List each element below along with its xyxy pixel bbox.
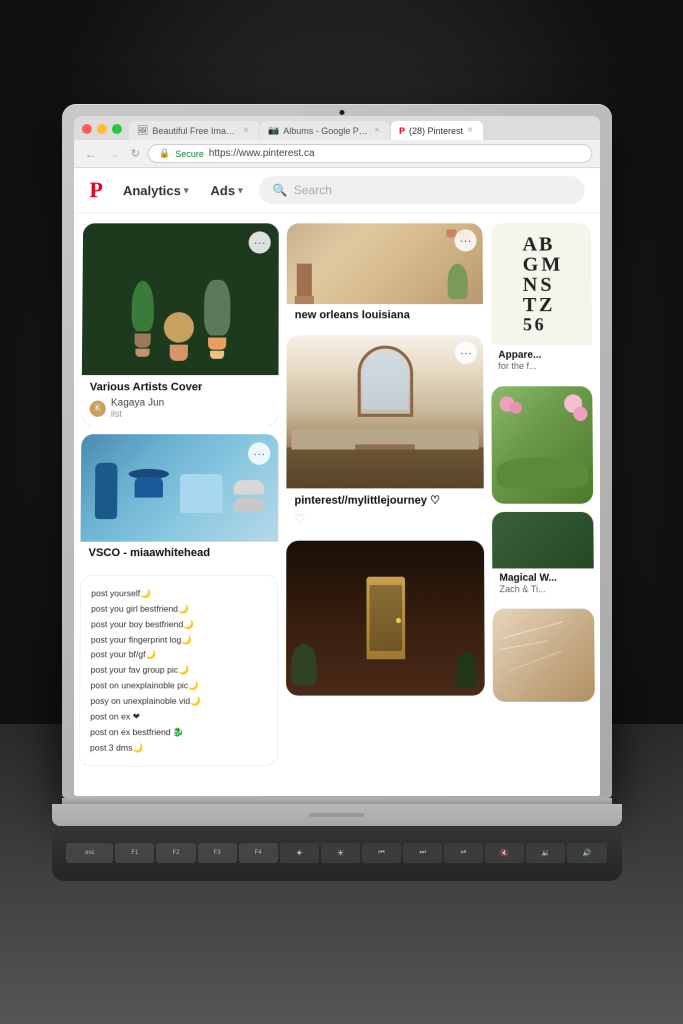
tab-bar: 🖼 Beautiful Free Images & Pictu... × 📷 A… [74,116,600,140]
trackpad-notch [309,813,364,817]
tab-3[interactable]: P (28) Pinterest × [391,120,483,139]
url-text: https://www.pinterest.ca [208,148,314,159]
forward-button[interactable]: → [104,145,122,161]
tab-2-close[interactable]: × [374,124,380,135]
tab-1-label: Beautiful Free Images & Pictu... [152,125,239,135]
search-icon: 🔍 [272,183,287,197]
text-list-content: post yourself🌙 post you girl bestfriend🌙… [89,585,266,755]
key-f8[interactable]: ⏭ [403,843,442,863]
address-bar[interactable]: 🔒 Secure https://www.pinterest.ca [147,144,591,163]
pin-typography-subtitle: for the f... [498,360,585,370]
laptop-base [52,804,622,826]
tab-1-close[interactable]: × [243,124,249,135]
browser-window: 🖼 Beautiful Free Images & Pictu... × 📷 A… [74,116,600,796]
ads-nav-item[interactable]: Ads ▾ [204,178,248,201]
key-f5[interactable]: ✦ [280,843,319,863]
pin-magical-subtitle: Zach & Ti... [499,583,586,593]
masonry-col-3: A B G M N S T Z 5 6 Appare... f [490,223,595,766]
traffic-lights [79,123,127,139]
pin-living-room-title: pinterest//mylittlejourney ♡ [294,493,475,506]
pin-typography[interactable]: A B G M N S T Z 5 6 Appare... f [490,223,592,378]
pin-living-room[interactable]: pinterest//mylittlejourney ♡ ♡ ··· [286,335,484,532]
key-f3[interactable]: F3 [198,843,237,863]
pin-door[interactable] [286,540,485,695]
key-f12[interactable]: 🔊 [567,843,606,863]
pinterest-feed: Various Artists Cover K Kagaya Jun ilst [74,213,600,776]
pin-vsco-more[interactable]: ··· [247,442,269,464]
key-f6[interactable]: ☀ [321,843,360,863]
laptop-screen: 🖼 Beautiful Free Images & Pictu... × 📷 A… [62,104,612,798]
pin-artists-title: Various Artists Cover [89,381,270,393]
ads-chevron: ▾ [238,184,243,195]
refresh-button[interactable]: ↻ [127,146,142,161]
pin-magical-title: Magical W... [499,572,586,583]
key-f11[interactable]: 🔉 [526,843,565,863]
pin-typography-title: Appare... [498,349,585,360]
key-f10[interactable]: 🔇 [485,843,524,863]
masonry-col-2: new orleans louisiana ··· [285,223,484,766]
fullscreen-button[interactable] [111,123,121,133]
keyboard-area: esc F1 F2 F3 F4 ✦ ☀ ⏮ ⏭ ⏯ 🔇 🔉 🔊 [52,826,622,881]
screen-bezel: 🖼 Beautiful Free Images & Pictu... × 📷 A… [74,116,600,796]
secure-icon: 🔒 [158,148,169,159]
secure-label: Secure [175,148,204,158]
tab-3-favicon: P [399,125,405,135]
close-button[interactable] [81,123,91,133]
key-esc[interactable]: esc [66,843,113,863]
ads-label: Ads [210,182,235,197]
tab-3-close[interactable]: × [467,124,473,135]
search-placeholder: Search [293,183,331,197]
pin-magical[interactable]: Magical W... Zach & Ti... [491,511,593,599]
camera-dot [339,110,344,115]
search-bar[interactable]: 🔍 Search [258,176,584,204]
tab-3-label: (28) Pinterest [409,125,463,135]
analytics-chevron: ▾ [183,184,188,195]
tab-2-favicon: 📷 [267,124,278,135]
tab-2[interactable]: 📷 Albums - Google Photos × [259,120,389,139]
pin-vsco[interactable]: VSCO - miaawhitehead ··· [80,434,278,566]
pin-artists-board: ilst [110,408,163,418]
address-bar-row: ← → ↻ 🔒 Secure https://www.pinterest.ca [74,140,600,168]
pin-artists-author: Kagaya Jun [110,397,163,408]
key-f1[interactable]: F1 [115,843,154,863]
laptop-hinge [62,798,612,804]
minimize-button[interactable] [96,123,106,133]
back-button[interactable]: ← [81,145,99,161]
pin-new-orleans-more[interactable]: ··· [454,229,476,251]
pin-garden[interactable] [491,386,593,503]
key-f2[interactable]: F2 [156,843,195,863]
tab-1-favicon: 🖼 [136,124,148,135]
pin-artists-cover[interactable]: Various Artists Cover K Kagaya Jun ilst [81,223,278,426]
pin-vsco-title: VSCO - miaawhitehead [88,547,270,559]
pinterest-navbar: P Analytics ▾ Ads ▾ 🔍 Search [74,168,600,213]
analytics-label: Analytics [122,182,180,197]
tab-1[interactable]: 🖼 Beautiful Free Images & Pictu... × [128,120,258,139]
pinterest-logo[interactable]: P [89,177,103,203]
pin-new-orleans-title: new orleans louisiana [294,309,474,321]
pin-living-room-more[interactable]: ··· [454,341,476,363]
tab-2-label: Albums - Google Photos [283,125,370,135]
pin-text-list[interactable]: post yourself🌙 post you girl bestfriend🌙… [78,574,278,766]
key-f4[interactable]: F4 [239,843,278,863]
masonry-col-1: Various Artists Cover K Kagaya Jun ilst [78,223,278,766]
pin-living-room-heart[interactable]: ♡ [294,511,305,525]
key-f7[interactable]: ⏮ [362,843,401,863]
pin-new-orleans[interactable]: new orleans louisiana ··· [286,223,482,327]
key-f9[interactable]: ⏯ [444,843,483,863]
analytics-nav-item[interactable]: Analytics ▾ [116,178,194,201]
pin-artists-avatar: K [89,400,105,416]
pin-artists-more[interactable]: ··· [248,231,270,253]
pin-marble[interactable] [492,608,594,701]
